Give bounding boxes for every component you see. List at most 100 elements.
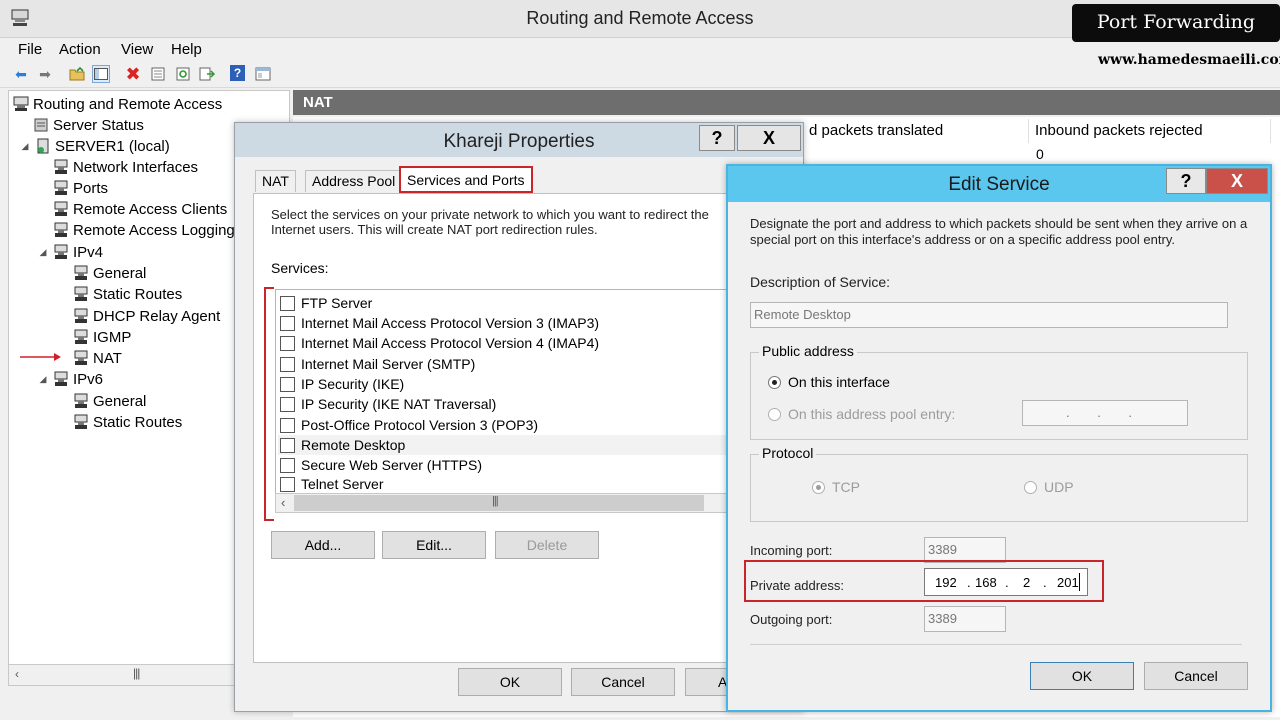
forward-icon[interactable]: ➡ <box>36 65 54 83</box>
service-label: Internet Mail Access Protocol Version 3 … <box>301 315 600 331</box>
tree-item-ports[interactable]: Ports <box>53 178 108 198</box>
tree-item-root[interactable]: Routing and Remote Access <box>13 94 222 114</box>
service-checkbox[interactable] <box>280 476 295 492</box>
tree-item-server1[interactable]: ◢ SERVER1 (local) <box>19 136 170 156</box>
service-checkbox[interactable] <box>280 417 295 433</box>
service-checkbox[interactable] <box>280 457 295 473</box>
pool-ip-field[interactable]: . . . <box>1022 400 1188 426</box>
network-interfaces-icon <box>54 159 68 174</box>
show-hide-tree-icon[interactable] <box>92 65 110 83</box>
service-checkbox[interactable] <box>280 295 295 311</box>
service-ike-nat[interactable]: IP Security (IKE NAT Traversal) <box>278 394 730 414</box>
expanded-icon[interactable]: ◢ <box>37 374 49 385</box>
service-pop3[interactable]: Post-Office Protocol Version 3 (POP3) <box>278 415 730 435</box>
service-ike[interactable]: IP Security (IKE) <box>278 374 730 394</box>
back-icon[interactable]: ⬅ <box>12 65 30 83</box>
service-smtp[interactable]: Internet Mail Server (SMTP) <box>278 354 730 374</box>
tree-item-ipv4[interactable]: ◢ IPv4 <box>37 242 103 262</box>
services-horizontal-scrollbar[interactable]: ‹ ||| <box>275 493 730 513</box>
add-service-button[interactable]: Add... <box>271 531 375 559</box>
scroll-thumb[interactable] <box>294 495 704 511</box>
tree-item-ipv4-general[interactable]: General <box>73 263 146 283</box>
tab-nat[interactable]: NAT <box>255 170 296 192</box>
service-label: Internet Mail Access Protocol Version 4 … <box>301 335 600 351</box>
tree-label: Network Interfaces <box>73 158 199 176</box>
scroll-left-icon[interactable]: ‹ <box>15 667 19 681</box>
tree-item-remote-access-logging[interactable]: Remote Access Logging <box>53 220 235 240</box>
menu-file[interactable]: File <box>18 41 42 58</box>
export-icon[interactable] <box>198 65 216 83</box>
properties-icon[interactable] <box>149 65 167 83</box>
cancel-button[interactable]: Cancel <box>571 668 675 696</box>
tree-item-network-interfaces[interactable]: Network Interfaces <box>53 157 198 177</box>
tree-item-ipv6[interactable]: ◢ IPv6 <box>37 369 103 389</box>
service-checkbox[interactable] <box>280 356 295 372</box>
service-checkbox[interactable] <box>280 315 295 331</box>
description-of-service-field[interactable]: Remote Desktop <box>750 302 1228 328</box>
service-checkbox[interactable] <box>280 396 295 412</box>
radio-on-this-interface[interactable]: On this interface <box>768 374 890 390</box>
ok-button[interactable]: OK <box>458 668 562 696</box>
service-remote-desktop[interactable]: Remote Desktop <box>278 435 730 455</box>
scroll-thumb-grip-icon: ||| <box>492 495 499 507</box>
scroll-thumb-grip-icon[interactable]: ||| <box>133 666 140 680</box>
help-button[interactable]: ? <box>1166 168 1206 194</box>
service-checkbox[interactable] <box>280 437 295 453</box>
menu-help[interactable]: Help <box>171 41 202 58</box>
help-button[interactable]: ? <box>699 125 735 151</box>
expanded-icon[interactable]: ◢ <box>37 247 49 258</box>
col-inbound-translated[interactable]: d packets translated <box>803 119 1029 143</box>
tree-item-ipv6-general[interactable]: General <box>73 391 146 411</box>
tree-label: NAT <box>93 349 122 367</box>
service-checkbox[interactable] <box>280 376 295 392</box>
text-cursor <box>1079 573 1080 591</box>
services-label: Services: <box>271 260 329 276</box>
nat-icon <box>74 350 88 365</box>
public-address-group: Public address <box>750 343 1248 440</box>
col-inbound-rejected[interactable]: Inbound packets rejected <box>1029 119 1271 143</box>
service-label: Secure Web Server (HTTPS) <box>301 457 483 473</box>
tab-services-and-ports[interactable]: Services and Ports <box>399 166 533 193</box>
service-imap3[interactable]: Internet Mail Access Protocol Version 3 … <box>278 313 730 333</box>
tree-item-ipv6-static-routes[interactable]: Static Routes <box>73 412 182 432</box>
scroll-left-icon[interactable]: ‹ <box>281 495 285 510</box>
folder-up-icon[interactable] <box>68 65 86 83</box>
tab-address-pool[interactable]: Address Pool <box>305 170 403 192</box>
outgoing-port-field[interactable]: 3389 <box>924 606 1006 632</box>
tree-item-remote-access-clients[interactable]: Remote Access Clients <box>53 199 227 219</box>
service-https[interactable]: Secure Web Server (HTTPS) <box>278 455 730 475</box>
edit-cancel-button[interactable]: Cancel <box>1144 662 1248 690</box>
tree-item-igmp[interactable]: IGMP <box>73 327 131 347</box>
edit-ok-button[interactable]: OK <box>1030 662 1134 690</box>
radio-selected-icon <box>812 480 825 494</box>
tree-item-ipv4-static-routes[interactable]: Static Routes <box>73 284 182 304</box>
service-ftp[interactable]: FTP Server <box>278 293 730 313</box>
radio-udp[interactable]: UDP <box>1024 479 1074 495</box>
menu-view[interactable]: View <box>121 41 153 58</box>
radio-label: TCP <box>832 479 860 495</box>
radio-on-address-pool[interactable]: On this address pool entry: <box>768 406 955 422</box>
tree-item-server-status[interactable]: Server Status <box>33 115 144 135</box>
service-imap4[interactable]: Internet Mail Access Protocol Version 4 … <box>278 333 730 353</box>
public-address-label: Public address <box>759 343 857 359</box>
delete-service-button[interactable]: Delete <box>495 531 599 559</box>
red-bracket-annotation <box>264 287 274 521</box>
radio-tcp[interactable]: TCP <box>812 479 860 495</box>
expanded-icon[interactable]: ◢ <box>19 141 31 152</box>
service-checkbox[interactable] <box>280 335 295 351</box>
menu-action[interactable]: Action <box>59 41 101 58</box>
tree-item-dhcp-relay[interactable]: DHCP Relay Agent <box>73 306 220 326</box>
private-address-input[interactable]: 192 . 168 . 2 . 201 <box>924 568 1088 596</box>
close-button[interactable]: X <box>737 125 801 151</box>
console-icon[interactable] <box>254 65 272 83</box>
edit-service-dialog: Edit Service ? X Designate the port and … <box>726 164 1272 712</box>
service-telnet[interactable]: Telnet Server <box>278 475 730 493</box>
radio-selected-icon <box>768 375 781 389</box>
tree-item-nat[interactable]: NAT <box>73 348 122 368</box>
refresh-icon[interactable] <box>174 65 192 83</box>
help-icon[interactable]: ? <box>230 65 245 81</box>
tree-label: General <box>93 392 147 410</box>
close-button[interactable]: X <box>1206 168 1268 194</box>
edit-service-button[interactable]: Edit... <box>382 531 486 559</box>
delete-icon[interactable]: ✖ <box>124 65 142 83</box>
